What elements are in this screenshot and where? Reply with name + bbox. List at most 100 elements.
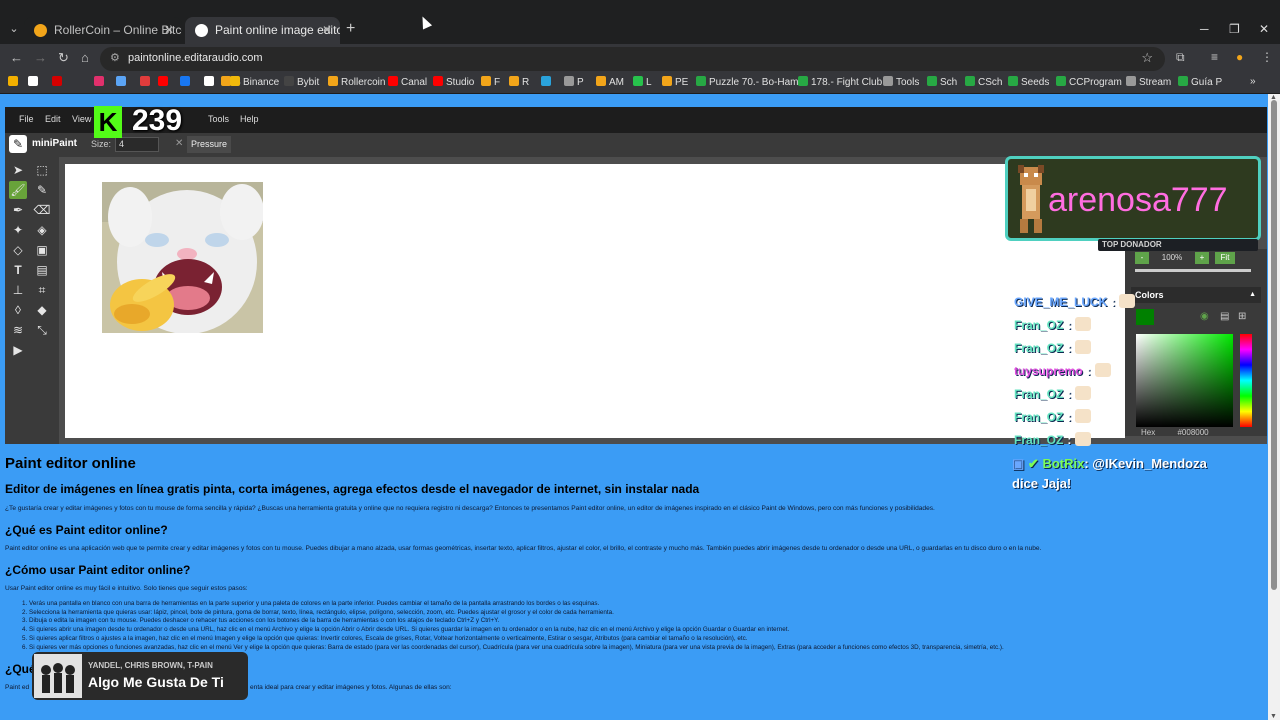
bookmark-item[interactable]: Sch — [927, 76, 957, 88]
bookmark-label: PE — [675, 77, 689, 88]
tab-search-icon[interactable]: ⌄ — [5, 20, 23, 38]
bookmark-item[interactable]: Bybit — [284, 76, 319, 88]
url-text[interactable]: paintonline.editaraudio.com — [128, 52, 263, 64]
zoom-slider[interactable] — [1135, 269, 1251, 272]
bookmark-item[interactable] — [28, 76, 41, 88]
zoom-fit-button[interactable]: Fit — [1215, 252, 1235, 264]
gradient-tool-icon[interactable]: ▤ — [33, 261, 51, 279]
hex-input[interactable]: #008000 — [1177, 428, 1208, 437]
color-picker-icon[interactable]: ◉ — [1200, 311, 1209, 322]
forward-icon[interactable]: → — [34, 50, 47, 65]
bookmark-item[interactable] — [8, 76, 21, 88]
tab-paint-online[interactable]: Paint online image editor ✕ — [185, 17, 340, 44]
bookmark-label: Guía P — [1191, 77, 1223, 88]
clone-tool-icon[interactable]: ⊥ — [9, 281, 27, 299]
more-menu-icon[interactable]: ⋮ — [1261, 50, 1273, 64]
more-bookmarks-icon[interactable]: » — [1250, 76, 1256, 87]
bookmark-item[interactable] — [116, 76, 129, 88]
profile-icon[interactable]: ● — [1236, 50, 1243, 64]
selected-color-swatch[interactable] — [1136, 309, 1154, 325]
zoom-in-button[interactable]: + — [1195, 252, 1209, 264]
tab-rollercoin[interactable]: RollerCoin – Online Bitcoin Mi ✕ — [24, 17, 182, 44]
bookmark-item[interactable]: Puzzle 70.- Bo-Ham... — [696, 76, 807, 88]
bookmark-item[interactable] — [140, 76, 153, 88]
bookmark-item[interactable] — [94, 76, 107, 88]
desaturate-tool-icon[interactable]: ≋ — [9, 321, 27, 339]
fill-tool-icon[interactable]: ◈ — [33, 221, 51, 239]
menu-help[interactable]: Help — [240, 114, 259, 124]
close-tab-icon[interactable]: ✕ — [322, 17, 332, 44]
bookmark-item[interactable]: L — [633, 76, 652, 88]
extensions-icon[interactable]: ⧉ — [1176, 50, 1185, 65]
viewer-counter: 239 — [132, 104, 183, 137]
scroll-down-icon[interactable]: ▼ — [1270, 713, 1277, 720]
crop-tool-icon[interactable]: ⌗ — [33, 281, 51, 299]
home-icon[interactable]: ⌂ — [81, 50, 89, 65]
menu-tools[interactable]: Tools — [208, 114, 229, 124]
bookmark-item[interactable]: CSch — [965, 76, 1002, 88]
palette-grid-icon[interactable]: ⊞ — [1238, 311, 1246, 322]
bookmark-favicon-icon — [328, 76, 338, 86]
hue-slider[interactable] — [1240, 334, 1252, 427]
bookmark-item[interactable] — [158, 76, 171, 88]
text-tool-icon[interactable]: T — [9, 261, 27, 279]
bulge-tool-icon[interactable]: ⤡ — [33, 321, 51, 339]
pressure-button[interactable]: Pressure — [187, 136, 231, 153]
bookmark-item[interactable]: PE — [662, 76, 688, 88]
bookmark-item[interactable]: F — [481, 76, 500, 88]
chat-username: Fran_OZ — [1014, 318, 1064, 332]
restore-icon[interactable]: ❐ — [1229, 22, 1240, 36]
select-tool-icon[interactable]: ➤ — [9, 161, 27, 179]
bookmark-label: F — [494, 77, 501, 88]
shape-tool-icon[interactable]: ◇ — [9, 241, 27, 259]
brush-tool-icon[interactable]: 🖌 — [9, 181, 27, 199]
bookmark-item[interactable]: AM — [596, 76, 624, 88]
bookmark-item[interactable] — [52, 76, 65, 88]
bookmark-item[interactable]: Seeds — [1008, 76, 1049, 88]
bookmark-item[interactable]: Tools — [883, 76, 919, 88]
bookmark-item[interactable]: P — [564, 76, 584, 88]
address-bar[interactable]: ⚙ paintonline.editaraudio.com ☆ — [100, 47, 1165, 71]
bookmark-item[interactable] — [180, 76, 193, 88]
bookmark-item[interactable]: Studio — [433, 76, 474, 88]
bookmark-item[interactable]: CCProgram — [1056, 76, 1122, 88]
bookmark-item[interactable] — [204, 76, 217, 88]
bookmark-item[interactable]: Rollercoin — [328, 76, 385, 88]
bookmark-item[interactable]: Stream — [1126, 76, 1171, 88]
color-saturation-picker[interactable] — [1136, 334, 1233, 427]
sharpen-tool-icon[interactable]: ◆ — [33, 301, 51, 319]
zoom-out-button[interactable]: - — [1135, 252, 1149, 264]
selection-tool-icon[interactable]: ⬚ — [33, 161, 51, 179]
bookmark-item[interactable]: Binance — [230, 76, 279, 88]
colors-panel-header[interactable]: Colors ▲ — [1131, 287, 1261, 303]
new-tab-icon[interactable]: + — [346, 20, 355, 38]
back-icon[interactable]: ← — [10, 50, 23, 65]
magic-wand-tool-icon[interactable]: ✦ — [9, 221, 27, 239]
close-window-icon[interactable]: ✕ — [1259, 22, 1269, 36]
image-tool-icon[interactable]: ▣ — [33, 241, 51, 259]
palette-list-icon[interactable]: ▤ — [1220, 311, 1229, 322]
close-tab-icon[interactable]: ✕ — [164, 17, 174, 44]
reload-icon[interactable]: ↻ — [58, 50, 69, 66]
drawing-canvas[interactable] — [65, 164, 1125, 438]
menu-file[interactable]: File — [19, 114, 34, 124]
blur-tool-icon[interactable]: ◊ — [9, 301, 27, 319]
bookmark-item[interactable]: Canal — [388, 76, 427, 88]
collapse-icon[interactable]: ▲ — [1249, 287, 1256, 303]
minimize-icon[interactable]: ─ — [1200, 22, 1209, 36]
erase-tool-icon[interactable]: ⌫ — [33, 201, 51, 219]
bookmark-star-icon[interactable]: ☆ — [1141, 50, 1153, 66]
bookmark-label: Stream — [1139, 77, 1172, 88]
bookmark-item[interactable]: Guía P — [1178, 76, 1222, 88]
menu-edit[interactable]: Edit — [45, 114, 61, 124]
bookmark-item[interactable] — [541, 76, 554, 88]
tab-search-icon[interactable]: ≡ — [1211, 50, 1218, 64]
animation-tool-icon[interactable]: ▶ — [9, 341, 27, 359]
scrollbar-thumb[interactable] — [1271, 100, 1277, 590]
bookmark-item[interactable]: 178.- Fight Club — [798, 76, 882, 88]
bookmark-item[interactable]: R — [509, 76, 529, 88]
pencil-tool-icon[interactable]: ✎ — [33, 181, 51, 199]
page-scrollbar[interactable]: ▲ ▼ — [1268, 94, 1280, 720]
pick-color-tool-icon[interactable]: ✒ — [9, 201, 27, 219]
site-info-icon[interactable]: ⚙ — [110, 51, 120, 64]
